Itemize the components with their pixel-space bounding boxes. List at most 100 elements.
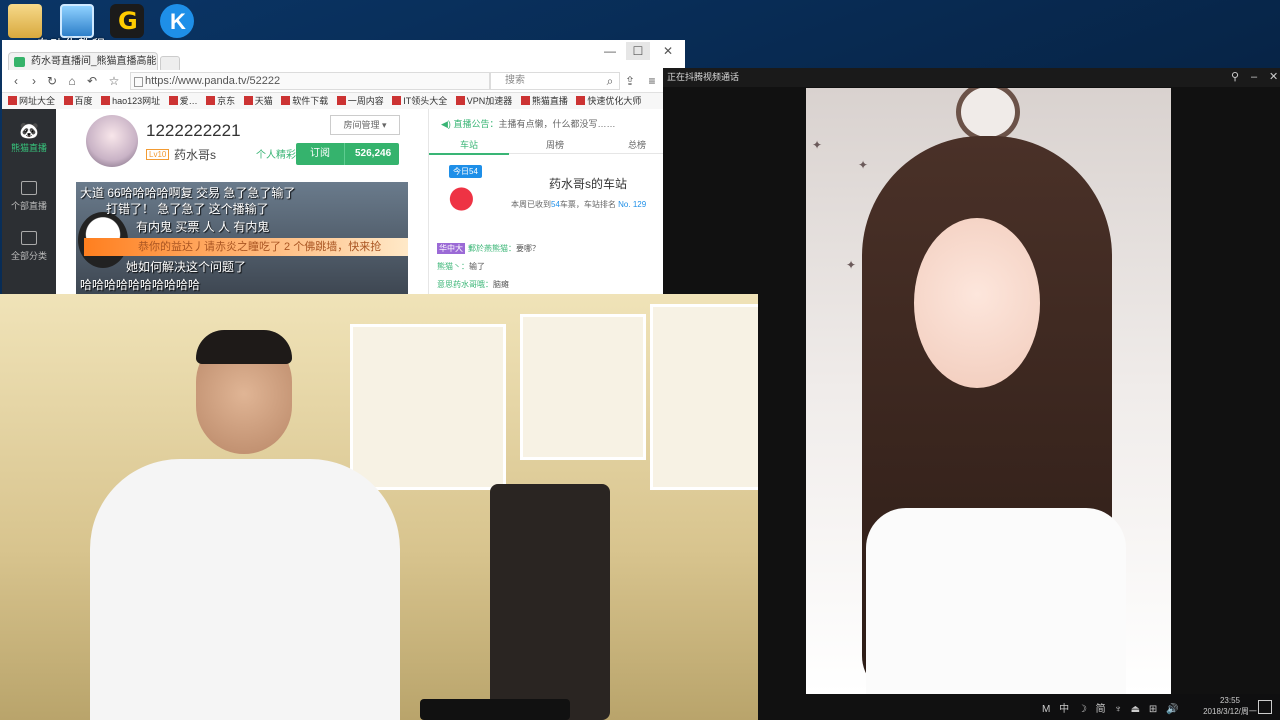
menu-icon[interactable]: ≡	[644, 73, 660, 89]
rank-tabs: 车站 周榜 总榜	[429, 137, 685, 155]
bookmark-item[interactable]: 快速优化大师	[576, 93, 641, 109]
video-call-titlebar: 正在抖腾视频通话 ⚲ – ✕	[663, 68, 1280, 87]
room-manage-dropdown[interactable]: 房间管理 ▾	[330, 115, 400, 135]
shelf	[350, 324, 506, 490]
station-subtitle: 本周已收到54车票，车站排名 No. 129	[511, 200, 647, 209]
reload-icon[interactable]: ↻	[44, 73, 60, 89]
danmaku-line: 她如何解决这个问题了	[126, 260, 247, 274]
bookmark-item[interactable]: 软件下载	[281, 93, 328, 109]
browser-tab[interactable]: 药水哥直播间_熊猫直播高能…	[8, 52, 158, 70]
g-app-icon[interactable]	[110, 4, 144, 38]
subscribe-count: 526,246	[344, 143, 391, 165]
station-title: 药水哥s的车站	[549, 177, 628, 191]
taskbar-clock[interactable]: 23:55 2018/3/12/周一	[1200, 695, 1260, 717]
panda-logo-icon: 🐼	[19, 123, 39, 140]
bookmark-item[interactable]: 一周内容	[336, 93, 384, 109]
bookmark-icon	[392, 96, 402, 105]
bookmark-item[interactable]: 网址大全	[8, 93, 55, 109]
bookmark-icon	[455, 96, 465, 105]
url-input[interactable]: https://www.panda.tv/52222	[130, 72, 490, 90]
bookmark-icon	[576, 96, 586, 105]
notification-icon[interactable]	[1258, 700, 1272, 714]
shelf	[520, 314, 646, 460]
room-main: 1222222221 Lv10 药水哥s 个人精彩集锦 房间管理 ▾ 订阅 526…	[56, 109, 428, 294]
subscribe-label: 订阅	[310, 148, 330, 159]
chat-user[interactable]: 郵於燕熊猫：	[468, 244, 516, 253]
danmaku-line: 大道 66哈哈哈哈啊复 交易 急了急了输了	[80, 186, 296, 200]
chat-user[interactable]: 意思药水哥哦：	[437, 280, 493, 289]
car-icon	[447, 181, 483, 211]
star-icon[interactable]: ☆	[106, 73, 122, 89]
stream-player[interactable]: 大道 66哈哈哈哈啊复 交易 急了急了输了 打错了！ 急了急了 这个播输了 有内…	[76, 182, 408, 294]
person-shirt	[90, 459, 400, 720]
chat-message: 熊猫丶：输了	[437, 261, 485, 272]
forward-icon[interactable]: ›	[26, 73, 42, 89]
bookmark-icon	[8, 96, 17, 105]
panda-favicon-icon	[14, 57, 25, 67]
back-icon[interactable]: ‹	[8, 73, 24, 89]
danmaku-line: 哈哈哈哈哈哈哈哈哈哈	[80, 278, 201, 292]
room-title: 1222222221	[146, 121, 241, 140]
search-placeholder: 搜索	[505, 75, 525, 86]
panda-logo[interactable]: 🐼 熊猫直播	[10, 121, 48, 153]
search-icon[interactable]: ⌕	[602, 73, 618, 89]
tab-title: 药水哥直播间_熊猫直播高能…	[31, 56, 158, 67]
chat-text: 输了	[469, 262, 485, 271]
tv-icon	[21, 181, 37, 195]
bookmark-item[interactable]: 熊猫直播	[520, 93, 568, 109]
fan-badge: 华中大	[437, 243, 465, 254]
video-call-title: 正在抖腾视频通话	[667, 72, 740, 82]
browser-window: 药水哥直播间_熊猫直播高能… — ☐ ✕ ‹ › ↻ ⌂ ↶ ☆ https:/…	[2, 40, 685, 294]
address-bar-row: ‹ › ↻ ⌂ ↶ ☆ https://www.panda.tv/52222 搜…	[2, 70, 685, 93]
undo-icon[interactable]: ↶	[84, 73, 100, 89]
bookmark-icon	[63, 96, 73, 105]
search-input[interactable]: 搜索	[490, 72, 620, 90]
bookmark-item[interactable]: 百度	[63, 93, 93, 109]
bookmark-item[interactable]: IT领头大全	[392, 93, 447, 109]
minimize-button[interactable]: —	[598, 42, 622, 60]
pin-icon[interactable]: ⚲	[1231, 68, 1239, 87]
chat-user[interactable]: 熊猫丶：	[437, 262, 469, 271]
tab-weekly[interactable]: 周榜	[515, 137, 595, 153]
chat-message: 意思药水哥哦：脑瘫	[437, 279, 509, 290]
url-text: https://www.panda.tv/52222	[145, 75, 281, 87]
bookmarks-bar: 网址大全 百度 hao123网址 爱… 京东 天猫 软件下载 一周内容 IT领头…	[2, 93, 685, 110]
clock-date: 2018/3/12/周一	[1203, 707, 1257, 716]
chat-text: 要哪？	[516, 244, 540, 253]
bookmark-icon	[243, 96, 253, 105]
danmaku-line: 有内鬼 买票 人 人 有内鬼	[136, 220, 270, 234]
room-right-panel: ◀) 直播公告：主播有点懒，什么都没写…… 车站 周榜 总榜 今日54 药水哥s…	[428, 109, 685, 294]
speaker-icon: ◀)	[441, 119, 451, 129]
bookmark-icon	[101, 96, 111, 105]
announcement: ◀) 直播公告：主播有点懒，什么都没写……	[441, 119, 616, 129]
sidebar-item-live[interactable]: 个部直播	[2, 181, 56, 212]
grid-icon	[21, 231, 37, 245]
butterfly-decal: ✦	[846, 258, 857, 272]
tab-station[interactable]: 车站	[429, 137, 509, 155]
share-icon[interactable]: ⇪	[622, 73, 638, 89]
taskbar: M 中 ☽ 简 ♆ ⏏ ⊞ 🔊 23:55 2018/3/12/周一	[1030, 694, 1280, 720]
bookmark-item[interactable]: 爱…	[168, 93, 198, 109]
bookmark-item[interactable]: hao123网址	[101, 93, 160, 109]
bookmark-item[interactable]: VPN加速器	[455, 93, 512, 109]
avatar[interactable]	[86, 115, 138, 167]
bookmark-icon	[336, 96, 346, 105]
home-icon[interactable]: ⌂	[64, 73, 80, 89]
control-panel-icon[interactable]	[60, 4, 94, 38]
anchor-name[interactable]: 药水哥s	[174, 146, 216, 163]
bookmark-item[interactable]: 天猫	[243, 93, 273, 109]
folder-icon[interactable]	[8, 4, 42, 38]
minimize-icon[interactable]: –	[1251, 68, 1257, 87]
k-app-icon[interactable]	[160, 4, 194, 38]
bookmark-item[interactable]: 京东	[206, 93, 235, 109]
sidebar-item-categories[interactable]: 全部分类	[2, 231, 56, 262]
subscribe-button[interactable]: 订阅 526,246	[296, 143, 399, 165]
wall-clock-image	[956, 88, 1020, 142]
close-button[interactable]: ✕	[656, 42, 680, 60]
butterfly-decal: ✦	[858, 158, 869, 172]
close-icon[interactable]: ✕	[1269, 68, 1278, 87]
system-tray[interactable]: M 中 ☽ 简 ♆ ⏏ ⊞ 🔊	[1042, 700, 1182, 715]
chat-text: 脑瘫	[493, 280, 509, 289]
maximize-button[interactable]: ☐	[626, 42, 650, 60]
bookmark-icon	[281, 96, 291, 105]
